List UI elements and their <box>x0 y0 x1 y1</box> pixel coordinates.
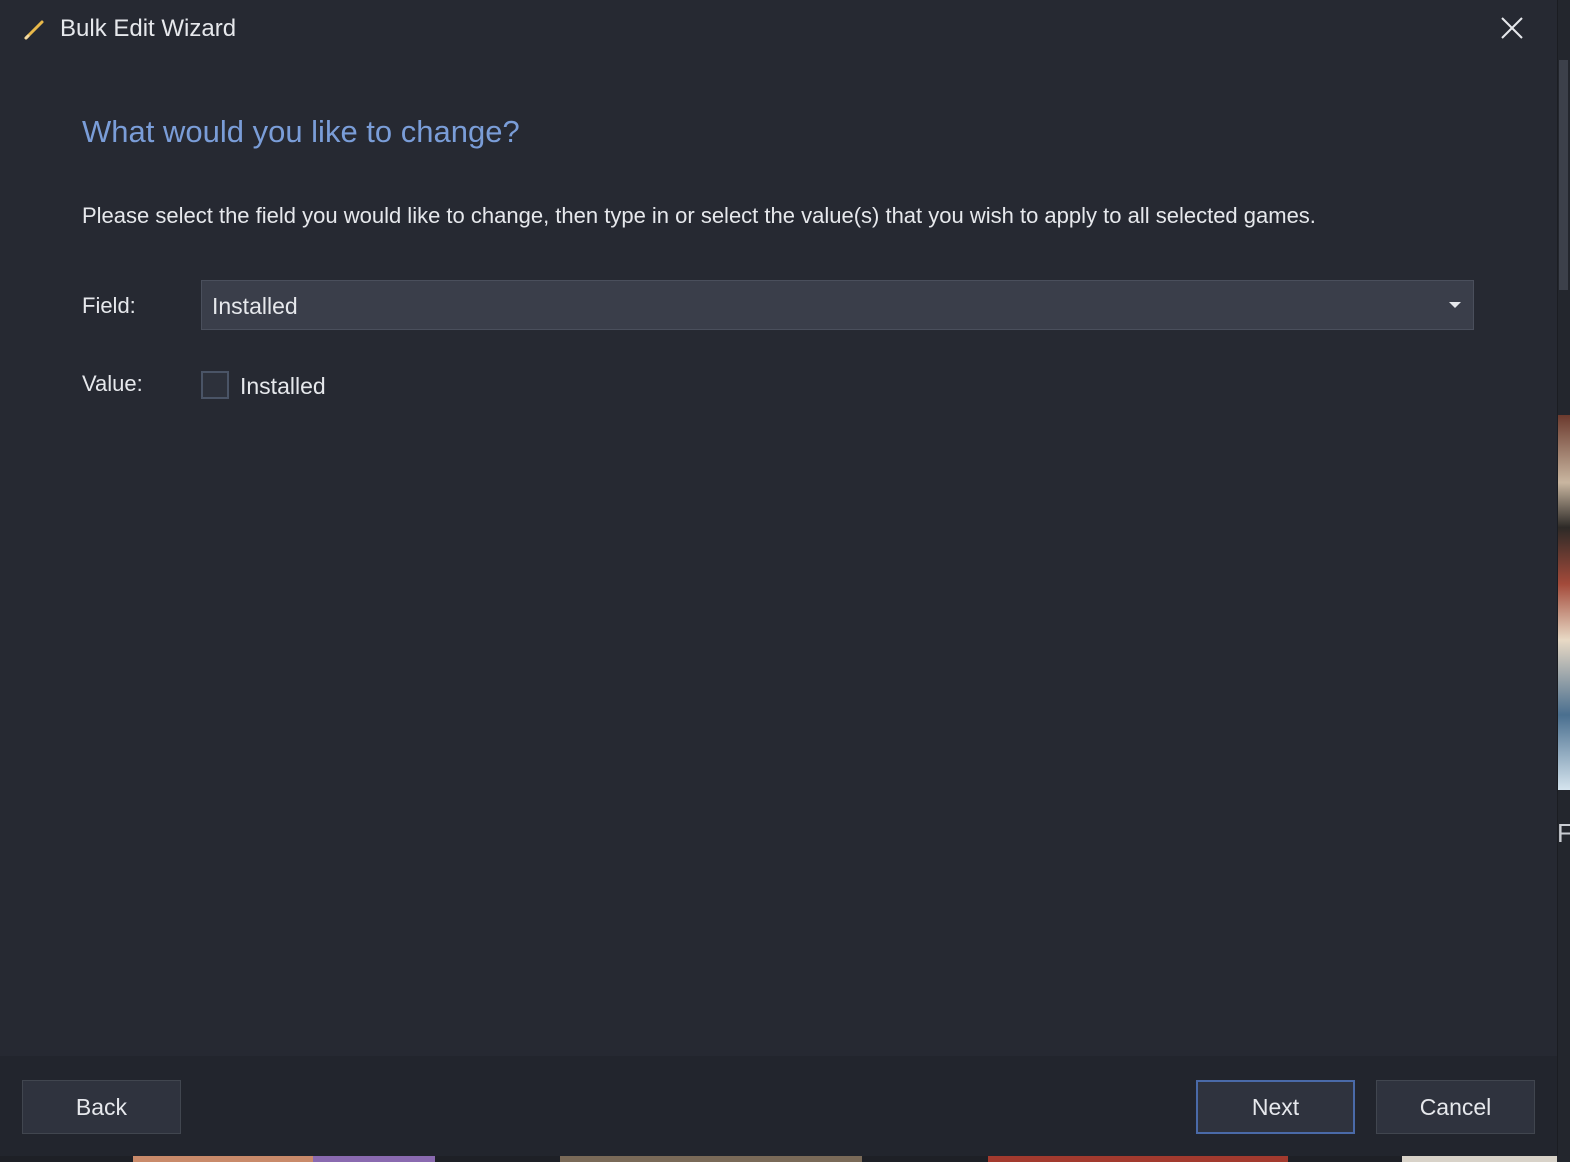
next-button[interactable]: Next <box>1196 1080 1355 1134</box>
pencil-icon <box>22 18 46 42</box>
field-dropdown-value: Installed <box>212 293 298 319</box>
title-bar: Bulk Edit Wizard <box>0 0 1557 60</box>
installed-checkbox-label[interactable]: Installed <box>240 373 326 400</box>
page-heading: What would you like to change? <box>82 114 520 149</box>
value-label: Value: <box>82 371 143 396</box>
chevron-down-icon <box>1449 302 1461 308</box>
instructions-text: Please select the field you would like t… <box>82 203 1316 228</box>
close-icon <box>1500 16 1524 45</box>
bulk-edit-dialog: Bulk Edit Wizard What would you like to … <box>0 0 1558 1156</box>
installed-checkbox[interactable] <box>201 371 229 399</box>
background-app-edge: F <box>1557 0 1570 1162</box>
field-label: Field: <box>82 293 136 318</box>
background-game-cover <box>1558 415 1570 790</box>
background-cover-strip <box>0 1156 1557 1162</box>
background-scrollbar <box>1559 60 1568 290</box>
background-text-fragment: F <box>1557 818 1570 848</box>
window-title: Bulk Edit Wizard <box>60 15 237 42</box>
cancel-button[interactable]: Cancel <box>1376 1080 1535 1134</box>
dialog-footer: Back Next Cancel <box>0 1056 1557 1156</box>
close-button[interactable] <box>1490 12 1534 48</box>
back-button[interactable]: Back <box>22 1080 181 1134</box>
field-dropdown[interactable]: Installed <box>201 280 1474 330</box>
